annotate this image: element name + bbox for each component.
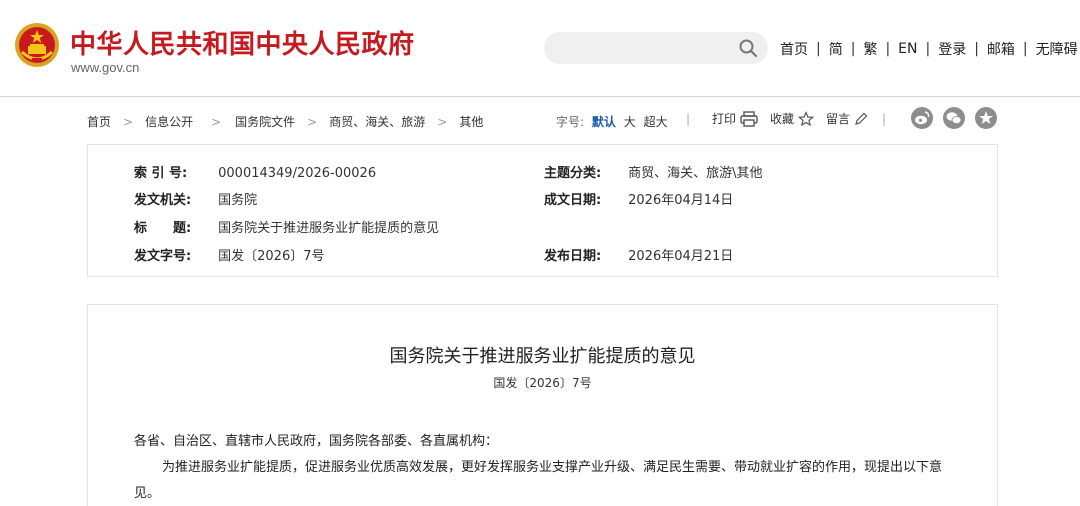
search-input[interactable] <box>558 37 732 61</box>
favorite-label: 收藏 <box>770 112 795 126</box>
meta-category: 主题分类: 商贸、海关、旅游\其他 <box>544 162 763 181</box>
meta-index-value: 000014349/2026-00026 <box>218 166 377 181</box>
meta-issuer-value: 国务院 <box>218 193 258 208</box>
document-body: 国务院关于推进服务业扩能提质的意见 国发〔2026〕7号 各省、自治区、直辖市人… <box>87 304 998 506</box>
star-icon <box>798 110 815 126</box>
breadcrumb-home[interactable]: 首页 <box>87 113 111 130</box>
site-url[interactable]: www.gov.cn <box>71 60 139 75</box>
font-size-default[interactable]: 默认 <box>592 115 616 129</box>
font-size-control: 字号: 默认 大 超大 <box>556 113 668 130</box>
nav-simplified[interactable]: 简 <box>829 39 843 59</box>
toolbar-separator: | <box>882 112 887 126</box>
nav-accessibility[interactable]: 无障碍 <box>1036 39 1078 59</box>
meta-written-date-value: 2026年04月14日 <box>628 193 734 208</box>
meta-doc-number-value: 国发〔2026〕7号 <box>218 249 325 264</box>
meta-index: 索 引 号: 000014349/2026-00026 <box>134 162 376 181</box>
breadcrumb-arrow-icon: > <box>123 114 134 129</box>
weibo-icon <box>915 111 930 125</box>
toolbar-separator: | <box>686 112 691 126</box>
meta-doc-number: 发文字号: 国发〔2026〕7号 <box>134 245 325 264</box>
meta-issuer: 发文机关: 国务院 <box>134 189 257 208</box>
favorite-button[interactable]: 收藏 <box>770 110 815 127</box>
nav-separator: | <box>816 41 821 57</box>
meta-doc-number-label: 发文字号: <box>134 249 192 264</box>
meta-issuer-label: 发文机关: <box>134 193 192 208</box>
nav-separator: | <box>885 41 891 57</box>
print-label: 打印 <box>712 112 737 126</box>
wechat-share-button[interactable] <box>943 107 965 129</box>
breadcrumb-info-public[interactable]: 信息公开 <box>145 113 193 130</box>
toolbar-row: 首页 > 信息公开 > 国务院文件 > 商贸、海关、旅游 > 其他 字号: 默认… <box>0 96 1080 144</box>
meta-index-label: 索 引 号: <box>134 166 188 181</box>
breadcrumb-other[interactable]: 其他 <box>459 113 483 130</box>
comment-label: 留言 <box>826 112 851 126</box>
font-size-label: 字号: <box>556 115 585 129</box>
meta-category-label: 主题分类: <box>544 166 602 181</box>
printer-icon <box>740 110 758 127</box>
nav-separator: | <box>850 41 856 57</box>
nav-separator: | <box>1022 41 1028 57</box>
site-header: 中华人民共和国中央人民政府 www.gov.cn 首页 | 简 | 繁 | EN… <box>0 0 1080 97</box>
document-title: 国务院关于推进服务业扩能提质的意见 <box>389 346 696 367</box>
pencil-icon <box>855 112 868 125</box>
weibo-share-button[interactable] <box>911 107 933 129</box>
page: 中华人民共和国中央人民政府 www.gov.cn 首页 | 简 | 繁 | EN… <box>0 0 1080 506</box>
breadcrumb-arrow-icon: > <box>437 114 448 129</box>
document-metadata: 索 引 号: 000014349/2026-00026 主题分类: 商贸、海关、… <box>87 144 998 277</box>
gov-share-button[interactable] <box>975 107 997 129</box>
nav-english[interactable]: EN <box>898 41 917 57</box>
meta-title-value: 国务院关于推进服务业扩能提质的意见 <box>218 221 440 236</box>
print-button[interactable]: 打印 <box>712 110 758 127</box>
meta-written-date: 成文日期: 2026年04月14日 <box>544 189 733 208</box>
meta-written-date-label: 成文日期: <box>544 193 602 208</box>
meta-publish-date-label: 发布日期: <box>544 249 602 264</box>
breadcrumb-arrow-icon: > <box>211 114 222 129</box>
nav-separator: | <box>925 41 931 57</box>
nav-traditional[interactable]: 繁 <box>863 39 877 59</box>
breadcrumb-arrow-icon: > <box>307 114 318 129</box>
top-nav: 首页 | 简 | 繁 | EN | 登录 | 邮箱 | 无障碍 <box>780 38 1078 60</box>
document-salutation: 各省、自治区、直辖市人民政府，国务院各部委、各直属机构： <box>134 434 499 449</box>
meta-title: 标 题: 国务院关于推进服务业扩能提质的意见 <box>134 217 439 236</box>
nav-home[interactable]: 首页 <box>780 39 808 59</box>
search-icon[interactable] <box>738 38 758 58</box>
nav-mail[interactable]: 邮箱 <box>987 39 1015 59</box>
font-size-large[interactable]: 大 <box>624 115 636 129</box>
wechat-icon <box>946 112 962 124</box>
nav-login[interactable]: 登录 <box>938 39 966 59</box>
meta-title-label: 标 题: <box>134 221 192 236</box>
national-emblem-icon[interactable] <box>14 22 60 68</box>
search-box[interactable] <box>544 32 768 64</box>
breadcrumb: 首页 > 信息公开 > 国务院文件 > 商贸、海关、旅游 > 其他 <box>87 113 483 130</box>
nav-separator: | <box>974 41 979 57</box>
document-paragraph: 为推进服务业扩能提质，促进服务业优质高效发展，更好发挥服务业支撑产业升级、满足民… <box>134 460 943 501</box>
font-size-extra-large[interactable]: 超大 <box>644 115 668 129</box>
document-number: 国发〔2026〕7号 <box>493 376 592 390</box>
breadcrumb-trade-customs-tourism[interactable]: 商贸、海关、旅游 <box>329 113 425 130</box>
site-title[interactable]: 中华人民共和国中央人民政府 <box>70 24 415 61</box>
meta-publish-date-value: 2026年04月21日 <box>628 249 734 264</box>
comment-button[interactable]: 留言 <box>826 110 868 127</box>
breadcrumb-state-council-docs[interactable]: 国务院文件 <box>235 113 295 130</box>
star-emblem-icon <box>979 111 993 124</box>
meta-category-value: 商贸、海关、旅游\其他 <box>628 166 763 181</box>
meta-publish-date: 发布日期: 2026年04月21日 <box>544 245 733 264</box>
